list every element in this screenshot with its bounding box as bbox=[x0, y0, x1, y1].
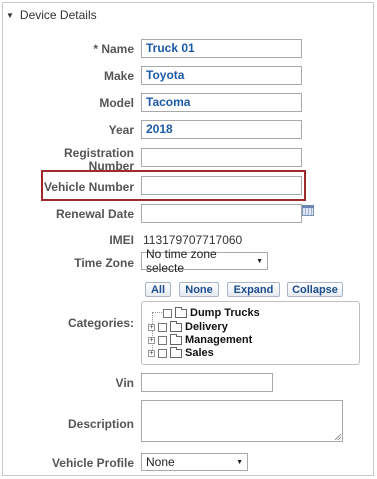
time-zone-select[interactable]: No time zone selecte ▼ bbox=[141, 247, 268, 275]
checkbox[interactable] bbox=[158, 348, 167, 358]
folder-icon bbox=[170, 333, 182, 345]
time-zone-selected: No time zone selecte bbox=[146, 247, 217, 275]
vehicle-profile-selected: None bbox=[146, 455, 175, 469]
dropdown-arrow-icon: ▼ bbox=[236, 458, 243, 466]
renewal-date-field[interactable] bbox=[141, 204, 302, 223]
year-label: Year bbox=[108, 123, 134, 137]
dropdown-arrow-icon: ▼ bbox=[256, 257, 263, 265]
tree-node-label: Sales bbox=[185, 347, 214, 359]
make-field[interactable]: Toyota bbox=[141, 66, 302, 85]
categories-tree: Dump Trucks + Delivery + Management + Sa… bbox=[141, 301, 360, 365]
folder-icon bbox=[170, 320, 182, 332]
vehicle-profile-select[interactable]: None ▼ bbox=[141, 453, 248, 471]
section-title: Device Details bbox=[19, 8, 97, 22]
time-zone-label: Time Zone bbox=[74, 256, 134, 270]
vehicle-number-label: Vehicle Number bbox=[43, 180, 134, 194]
checkbox[interactable] bbox=[158, 322, 167, 332]
categories-label: Categories: bbox=[67, 316, 134, 330]
expand-plus-icon[interactable]: + bbox=[148, 336, 155, 344]
select-none-button[interactable]: None bbox=[179, 282, 219, 297]
collapse-button[interactable]: Collapse bbox=[287, 282, 343, 297]
collapse-triangle-icon[interactable]: ▼ bbox=[6, 11, 14, 20]
imei-value: 113179707717060 bbox=[143, 233, 243, 247]
folder-icon bbox=[170, 346, 182, 358]
checkbox[interactable] bbox=[163, 308, 172, 318]
select-all-button[interactable]: All bbox=[145, 282, 171, 297]
tree-node-label: Dump Trucks bbox=[190, 307, 260, 319]
tree-node-dump-trucks[interactable]: Dump Trucks bbox=[163, 306, 260, 319]
expand-button[interactable]: Expand bbox=[227, 282, 280, 297]
resize-grip-icon[interactable] bbox=[335, 434, 341, 440]
tree-node-delivery[interactable]: + Delivery bbox=[148, 320, 228, 333]
vehicle-number-field[interactable] bbox=[141, 176, 302, 195]
expand-plus-icon[interactable]: + bbox=[148, 323, 155, 331]
year-field[interactable]: 2018 bbox=[141, 120, 302, 139]
renewal-date-label: Renewal Date bbox=[55, 207, 134, 221]
tree-connector bbox=[152, 312, 162, 313]
vin-field[interactable] bbox=[141, 373, 273, 392]
imei-label: IMEI bbox=[109, 233, 134, 247]
registration-label-line1: Registration bbox=[63, 146, 134, 160]
model-field[interactable]: Tacoma bbox=[141, 93, 302, 112]
make-label: Make bbox=[103, 69, 134, 83]
description-textarea[interactable] bbox=[141, 400, 343, 442]
description-label: Description bbox=[67, 417, 134, 431]
vin-label: Vin bbox=[115, 376, 134, 390]
tree-node-management[interactable]: + Management bbox=[148, 333, 253, 346]
registration-number-field[interactable] bbox=[141, 148, 302, 167]
checkbox[interactable] bbox=[158, 335, 167, 345]
name-label: * Name bbox=[93, 42, 134, 56]
tree-node-label: Management bbox=[185, 334, 253, 346]
calendar-icon[interactable] bbox=[302, 205, 314, 216]
model-label: Model bbox=[99, 96, 134, 110]
folder-icon bbox=[175, 306, 187, 318]
tree-node-sales[interactable]: + Sales bbox=[148, 346, 214, 359]
name-field[interactable]: Truck 01 bbox=[141, 39, 302, 58]
expand-plus-icon[interactable]: + bbox=[148, 349, 155, 357]
vehicle-profile-label: Vehicle Profile bbox=[51, 456, 134, 470]
section-header[interactable]: ▼ Device Details bbox=[6, 8, 97, 22]
tree-node-label: Delivery bbox=[185, 321, 228, 333]
